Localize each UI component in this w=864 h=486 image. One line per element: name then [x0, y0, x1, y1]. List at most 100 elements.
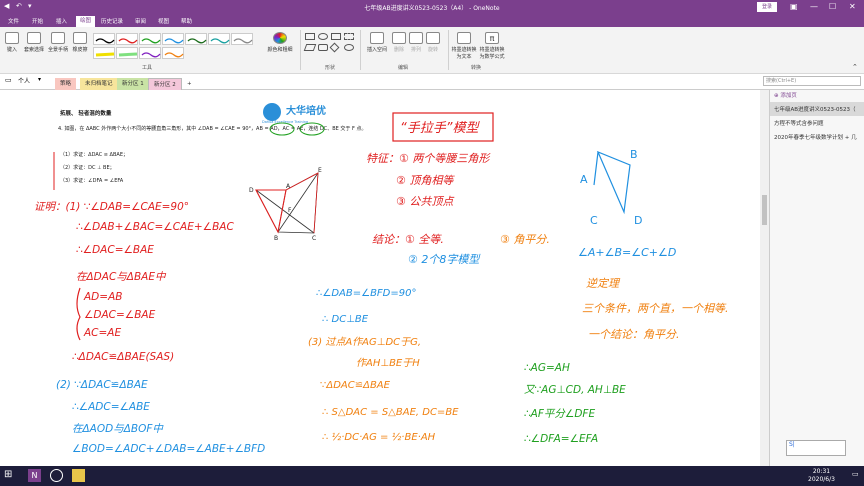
menu-home[interactable]: 开始	[32, 17, 43, 25]
question-1: （1）求证：ΔDAC ≌ ΔBAE；	[60, 151, 128, 158]
add-page-button[interactable]: ⊕ 添加页	[770, 90, 864, 102]
shape-rounded-icon[interactable]	[318, 44, 328, 51]
pen-darkgreen[interactable]	[185, 33, 207, 45]
shape-line-icon[interactable]	[305, 33, 315, 40]
pen-purple[interactable]	[139, 47, 161, 59]
delete-button[interactable]: 删除	[391, 32, 407, 53]
page-item-3[interactable]: 2020年春季七年级数学计划 + 几	[770, 130, 864, 144]
menu-history[interactable]: 历史记录	[101, 17, 123, 25]
type-button[interactable]: 键入	[3, 32, 21, 53]
pen-teal[interactable]	[208, 33, 230, 45]
notebook-name[interactable]: 个人	[18, 76, 30, 85]
ink-to-text-icon	[457, 32, 471, 44]
pen-black[interactable]	[93, 33, 115, 45]
proof-line-9: (2) ∵ΔDAC≌ΔBAE	[56, 379, 148, 391]
ime-input-box[interactable]: S|	[786, 440, 846, 456]
conclusion-2: ② 2个8字模型	[408, 253, 481, 266]
mid-line-4: 作AH⊥BE于H	[356, 357, 420, 369]
angle-equation: ∠A+∠B=∠C+∠D	[578, 246, 676, 259]
page-list: ⊕ 添加页 七年级AB进度讲义0523-0523（ 方程不等式含参问题 2020…	[769, 90, 864, 466]
convert-group-label: 转换	[471, 65, 482, 71]
vertical-scrollbar[interactable]	[760, 90, 769, 466]
ink-to-text-button[interactable]: 将墨迹转换为文本	[451, 32, 477, 60]
page-item-1[interactable]: 七年级AB进度讲义0523-0523（	[770, 102, 864, 116]
color-thickness-button[interactable]: 颜色和粗细	[262, 32, 298, 53]
svg-text:A: A	[286, 183, 291, 190]
pen-blue[interactable]	[162, 33, 184, 45]
pen-orange[interactable]	[162, 47, 184, 59]
add-section-button[interactable]: +	[182, 78, 197, 90]
rotate-button[interactable]: 旋转	[425, 32, 441, 53]
close-icon[interactable]: ✕	[849, 2, 856, 11]
pen-red[interactable]	[116, 33, 138, 45]
hand-icon	[51, 32, 65, 44]
section-tab-new1[interactable]: 新分区 1	[117, 78, 149, 90]
menu-bar: 文件 开始 插入 绘图 历史记录 审阅 视图 帮助	[0, 15, 864, 27]
onenote-app-icon[interactable]: N	[28, 469, 41, 482]
shape-circle-icon[interactable]	[318, 33, 328, 40]
menu-file[interactable]: 文件	[8, 17, 19, 25]
system-clock[interactable]: 20:31 2020/6/3	[808, 468, 835, 484]
window-title: 七年级AB进度讲义0523-0523（A4） - OneNote	[364, 5, 500, 12]
pi-icon: π	[485, 32, 499, 44]
highlighter-yellow[interactable]	[93, 47, 115, 59]
proof-line-11: 在ΔAOD与ΔBOF中	[72, 423, 164, 435]
page-canvas[interactable]: 拓展、 轻者混的数量 4. 如图，在 ΔABC 外作两个大小不同的等腰直角三角形…	[0, 90, 760, 466]
eraser-button[interactable]: 橡皮擦	[70, 32, 90, 53]
section-tab-strategy[interactable]: 策略	[55, 78, 77, 90]
divider	[448, 30, 449, 70]
panning-button[interactable]: 全景手柄	[47, 32, 69, 53]
problem-text: 4. 如图，在 ΔABC 外作两个大小不同的等腰直角三角形，其中 ∠DAB = …	[58, 125, 366, 132]
svg-text:A: A	[580, 173, 588, 186]
section-tab-new2[interactable]: 新分区 2	[148, 78, 182, 90]
ink-to-math-button[interactable]: π 将墨迹转换为数学公式	[478, 32, 506, 60]
highlighter-yellow-icon	[95, 52, 115, 57]
svg-text:C: C	[590, 214, 598, 227]
windows-start-icon[interactable]: ⊞	[4, 469, 17, 482]
insert-space-button[interactable]: 插入空间	[364, 32, 390, 53]
pen-gray-icon	[233, 38, 253, 44]
pen-gray[interactable]	[231, 33, 253, 45]
menu-insert[interactable]: 插入	[56, 17, 67, 25]
login-button[interactable]: 登录	[757, 2, 777, 12]
pen-green[interactable]	[139, 33, 161, 45]
question-2: （2）求证：DC ⊥ BE；	[60, 164, 115, 171]
ribbon-display-icon[interactable]: ▣	[790, 2, 798, 11]
scroll-thumb[interactable]	[762, 195, 767, 225]
collapse-ribbon-icon[interactable]: ⌃	[852, 63, 858, 71]
inverse-title: 逆定理	[586, 277, 621, 290]
minimize-icon[interactable]: —	[810, 2, 818, 11]
page-item-2[interactable]: 方程不等式含参问题	[770, 116, 864, 130]
maximize-icon[interactable]: ☐	[829, 2, 836, 11]
divider	[360, 30, 361, 70]
shape-ellipse-icon[interactable]	[344, 44, 354, 51]
taskbar: ⊞ N 20:31 2020/6/3 ▭	[0, 466, 864, 486]
menu-draw[interactable]: 绘图	[76, 16, 96, 27]
proof-line-6: ∠DAC=∠BAE	[84, 309, 156, 321]
right-line-1: ∴AG=AH	[524, 362, 570, 374]
arrange-button[interactable]: 排列	[408, 32, 424, 53]
proof-line-8: ∴ΔDAC≌ΔBAE(SAS)	[72, 351, 174, 363]
features-line: 特征：① 两个等腰三角形	[366, 152, 491, 165]
arrange-icon	[409, 32, 423, 44]
mid-line-1: ∴∠DAB=∠BFD=90°	[316, 288, 417, 299]
logo-text: 大华培优	[286, 104, 326, 117]
search-input[interactable]: 搜索(Ctrl+E)	[763, 76, 861, 86]
obs-icon[interactable]	[50, 469, 63, 482]
shape-diamond-icon[interactable]	[329, 42, 340, 53]
menu-review[interactable]: 审阅	[135, 17, 146, 25]
section-tab-unfiled[interactable]: 未归档笔记	[80, 78, 118, 90]
chevron-down-icon[interactable]: ▾	[38, 76, 41, 83]
file-explorer-icon[interactable]	[72, 469, 85, 482]
lasso-button[interactable]: 套索选择	[22, 32, 46, 53]
notebook-icon[interactable]: ▭	[5, 76, 12, 84]
menu-help[interactable]: 帮助	[181, 17, 192, 25]
highlighter-green[interactable]	[116, 47, 138, 59]
shape-rect-icon[interactable]	[331, 33, 341, 40]
inverse-2: 一个结论：角平分.	[588, 328, 680, 341]
shape-dashed-icon[interactable]	[344, 33, 354, 40]
notification-icon[interactable]: ▭	[852, 470, 859, 478]
mid-line-6: ∴ S△DAC = S△BAE, DC=BE	[322, 407, 459, 418]
menu-view[interactable]: 视图	[158, 17, 169, 25]
shape-parallelogram-icon[interactable]	[303, 44, 317, 51]
